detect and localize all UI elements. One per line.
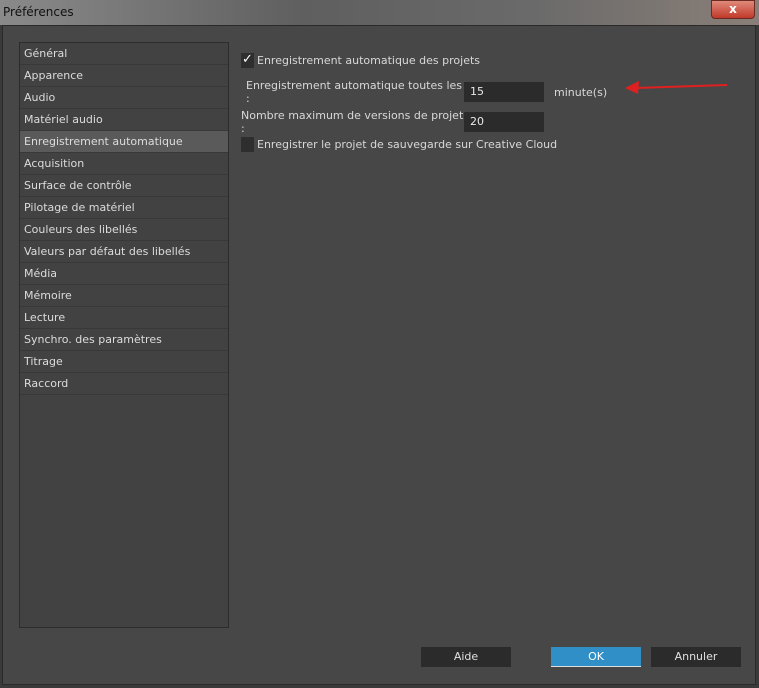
- autosave-label: Enregistrement automatique des projets: [257, 54, 481, 67]
- sidebar-item[interactable]: Acquisition: [20, 153, 228, 175]
- sidebar-item[interactable]: Pilotage de matériel: [20, 197, 228, 219]
- sidebar-item[interactable]: Synchro. des paramètres: [20, 329, 228, 351]
- sidebar-item[interactable]: Apparence: [20, 65, 228, 87]
- autosave-checkbox[interactable]: ✓: [241, 53, 254, 68]
- sidebar-item[interactable]: Général: [20, 43, 228, 65]
- sidebar-item[interactable]: Matériel audio: [20, 109, 228, 131]
- sidebar-item[interactable]: Valeurs par défaut des libellés: [20, 241, 228, 263]
- max-versions-label: Nombre maximum de versions de projet :: [241, 109, 464, 135]
- cancel-button[interactable]: Annuler: [651, 647, 741, 667]
- red-arrow-annotation: [625, 81, 728, 94]
- sidebar-item[interactable]: Raccord: [20, 373, 228, 395]
- category-list: Général Apparence Audio Matériel audio Enreg…: [19, 42, 229, 628]
- sidebar-item[interactable]: Média: [20, 263, 228, 285]
- sidebar-item[interactable]: Couleurs des libellés: [20, 219, 228, 241]
- close-button[interactable]: x: [711, 0, 755, 19]
- interval-label: Enregistrement automatique toutes les :: [246, 79, 463, 105]
- preferences-dialog: Général Apparence Audio Matériel audio Enreg…: [2, 25, 756, 685]
- interval-input[interactable]: 15: [464, 82, 544, 102]
- ok-button[interactable]: OK: [551, 647, 641, 667]
- window-title: Préférences: [3, 5, 74, 19]
- cloud-checkbox[interactable]: [241, 137, 254, 152]
- sidebar-item[interactable]: Enregistrement automatique: [20, 131, 228, 153]
- sidebar-item[interactable]: Surface de contrôle: [20, 175, 228, 197]
- sidebar-item[interactable]: Audio: [20, 87, 228, 109]
- sidebar-item[interactable]: Titrage: [20, 351, 228, 373]
- sidebar-item[interactable]: Lecture: [20, 307, 228, 329]
- interval-unit: minute(s): [554, 85, 608, 99]
- cloud-label: Enregistrer le projet de sauvegarde sur …: [257, 138, 558, 151]
- autosave-checkbox-row[interactable]: ✓ Enregistrement automatique des projets: [241, 53, 480, 68]
- cloud-checkbox-row[interactable]: Enregistrer le projet de sauvegarde sur …: [241, 137, 557, 152]
- title-bar: Préférences x: [0, 0, 759, 25]
- sidebar-item[interactable]: Mémoire: [20, 285, 228, 307]
- max-versions-input[interactable]: 20: [464, 112, 544, 132]
- help-button[interactable]: Aide: [421, 647, 511, 667]
